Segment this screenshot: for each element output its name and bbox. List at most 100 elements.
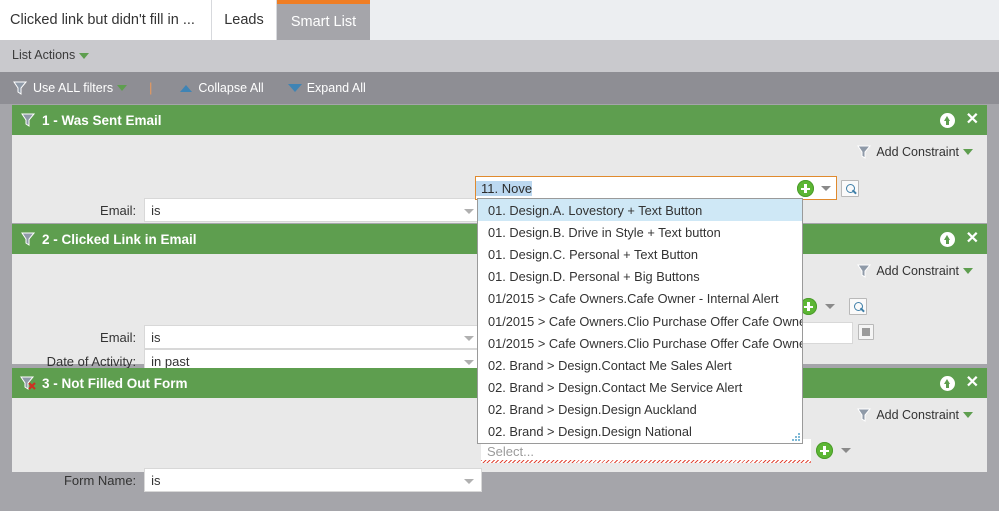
- collapse-all-button[interactable]: Collapse All: [180, 81, 264, 95]
- tab-clicked-link[interactable]: Clicked link but didn't fill in ...: [0, 0, 212, 40]
- funnel-icon: [20, 232, 36, 246]
- list-item-label: 02. Brand > Design.Design Auckland: [488, 402, 697, 418]
- caret-down-icon: [79, 52, 90, 59]
- operator-select-form-name[interactable]: is: [144, 468, 482, 492]
- combobox-value: 11. Nove: [476, 180, 533, 196]
- circle-up-arrow-icon[interactable]: [939, 112, 955, 128]
- list-item-label: 01. Design.B. Drive in Style + Text butt…: [488, 224, 721, 240]
- tab-smart-list[interactable]: Smart List: [277, 0, 370, 40]
- list-actions-label: List Actions: [12, 48, 76, 62]
- collapse-all-label: Collapse All: [198, 81, 264, 95]
- magnifier-icon[interactable]: [841, 180, 859, 197]
- list-item[interactable]: 02. Brand > Design.Contact Me Sales Aler…: [478, 354, 802, 376]
- field-label-email: Email:: [100, 329, 137, 345]
- add-constraint-button[interactable]: Add Constraint: [856, 408, 973, 422]
- funnel-icon: [20, 113, 36, 127]
- list-item[interactable]: 02. Brand > Design.Design Auckland: [478, 399, 802, 421]
- use-all-filters-label: Use ALL filters: [33, 81, 114, 95]
- list-item[interactable]: 01/2015 > Cafe Owners.Clio Purchase Offe…: [478, 332, 802, 354]
- list-item-label: 01. Design.C. Personal + Text Button: [488, 246, 698, 262]
- funnel-icon: [856, 264, 872, 278]
- panel-title: 3 - Not Filled Out Form: [42, 375, 188, 391]
- caret-down-icon: [464, 360, 474, 365]
- funnel-icon: [12, 81, 28, 95]
- add-constraint-label: Add Constraint: [876, 264, 959, 278]
- email-value-combobox[interactable]: 11. Nove: [475, 176, 837, 200]
- list-item[interactable]: 02. Brand > Design.Contact Me Service Al…: [478, 377, 802, 399]
- expand-all-button[interactable]: Expand All: [287, 81, 366, 95]
- operator-select-email[interactable]: is: [144, 198, 482, 222]
- field-label-form-name: Form Name:: [63, 472, 137, 488]
- list-actions-menu[interactable]: List Actions: [12, 48, 90, 62]
- caret-down-icon[interactable]: [825, 304, 835, 309]
- list-item[interactable]: 01. Design.A. Lovestory + Text Button: [478, 199, 802, 222]
- list-item-label: 02. Brand > Design.Design National: [488, 424, 692, 440]
- calendar-picker-icon[interactable]: [858, 324, 874, 340]
- toolbar-separator: |: [149, 81, 153, 95]
- plus-circle-icon[interactable]: [797, 180, 814, 197]
- operator-select-email[interactable]: is: [144, 325, 482, 349]
- funnel-icon: [856, 145, 872, 159]
- list-item[interactable]: 01. Design.C. Personal + Text Button: [478, 243, 802, 265]
- form-name-value-tools: [816, 442, 851, 459]
- list-item-label: 01/2015 > Cafe Owners.Cafe Owner - Inter…: [488, 291, 779, 307]
- close-x-icon[interactable]: ✕: [966, 112, 979, 128]
- triangle-up-icon: [180, 84, 193, 92]
- panel-header-icons: ✕: [939, 368, 979, 398]
- panel-header-icons: ✕: [939, 224, 979, 254]
- triangle-down-icon: [287, 84, 302, 92]
- list-item-label: 02. Brand > Design.Contact Me Sales Aler…: [488, 357, 732, 373]
- list-item[interactable]: 01/2015 > Cafe Owners.Clio Purchase Offe…: [478, 310, 802, 332]
- list-item[interactable]: 01. Design.B. Drive in Style + Text butt…: [478, 221, 802, 243]
- caret-down-icon[interactable]: [821, 186, 831, 191]
- field-label-email: Email:: [100, 202, 137, 218]
- list-item[interactable]: 02. Brand > Design.Design National: [478, 421, 802, 443]
- validation-error-underline: [481, 460, 811, 463]
- tab-label: Leads: [224, 12, 264, 28]
- list-item[interactable]: 01/2015 > Cafe Owners.Cafe Owner - Inter…: [478, 288, 802, 310]
- list-item-label: 01. Design.D. Personal + Big Buttons: [488, 269, 700, 285]
- plus-circle-icon[interactable]: [816, 442, 833, 459]
- panel-title: 2 - Clicked Link in Email: [42, 231, 197, 247]
- circle-up-arrow-icon[interactable]: [939, 231, 955, 247]
- list-item-label: 01. Design.A. Lovestory + Text Button: [488, 202, 703, 218]
- add-constraint-label: Add Constraint: [876, 145, 959, 159]
- list-item-label: 02. Brand > Design.Contact Me Service Al…: [488, 380, 743, 396]
- combobox-tools: [797, 180, 831, 197]
- funnel-excluded-icon: [20, 376, 36, 390]
- panel-header-icons: ✕: [939, 105, 979, 135]
- autocomplete-dropdown[interactable]: 01. Design.A. Lovestory + Text Button 01…: [477, 198, 803, 444]
- filter-toolbar: Use ALL filters | Collapse All Expand Al…: [0, 72, 999, 104]
- panel-header[interactable]: 1 - Was Sent Email ✕: [12, 105, 987, 135]
- use-all-filters-button[interactable]: Use ALL filters: [12, 81, 128, 95]
- expand-all-label: Expand All: [306, 81, 366, 95]
- list-item-label: 01/2015 > Cafe Owners.Clio Purchase Offe…: [488, 335, 803, 351]
- tab-label: Clicked link but didn't fill in ...: [10, 12, 195, 28]
- list-actions-bar: List Actions: [0, 40, 999, 72]
- magnifier-icon[interactable]: [849, 298, 867, 315]
- caret-down-icon: [963, 149, 973, 155]
- list-item[interactable]: 01. Design.D. Personal + Big Buttons: [478, 266, 802, 288]
- caret-down-icon: [963, 268, 973, 274]
- circle-up-arrow-icon[interactable]: [939, 375, 955, 391]
- tab-label: Smart List: [290, 14, 357, 30]
- resize-handle[interactable]: [792, 433, 801, 442]
- caret-down-icon: [117, 85, 128, 91]
- funnel-icon: [856, 408, 872, 422]
- operator-value: is: [151, 202, 161, 218]
- add-constraint-button[interactable]: Add Constraint: [856, 145, 973, 159]
- caret-down-icon: [464, 479, 474, 484]
- tab-bar: Clicked link but didn't fill in ... Lead…: [0, 0, 999, 40]
- operator-value: is: [151, 329, 161, 345]
- date-value-input[interactable]: [800, 322, 853, 344]
- field-label-date-of-activity: Date of Activity:: [46, 353, 137, 369]
- tab-leads[interactable]: Leads: [212, 0, 277, 40]
- close-x-icon[interactable]: ✕: [966, 231, 979, 247]
- close-x-icon[interactable]: ✕: [966, 375, 979, 391]
- caret-down-icon[interactable]: [841, 448, 851, 453]
- caret-down-icon: [963, 412, 973, 418]
- operator-value: in past: [151, 353, 190, 369]
- add-constraint-button[interactable]: Add Constraint: [856, 264, 973, 278]
- operator-value: is: [151, 472, 161, 488]
- caret-down-icon: [464, 336, 474, 341]
